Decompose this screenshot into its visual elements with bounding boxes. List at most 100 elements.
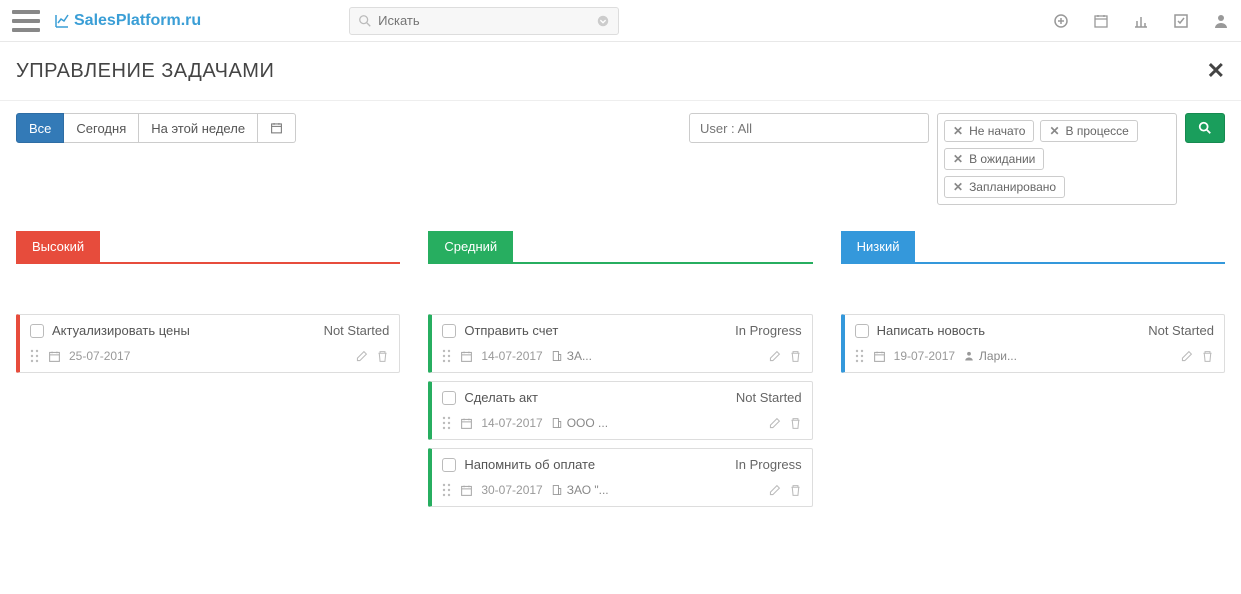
filter-date-button[interactable] xyxy=(258,113,296,143)
task-date: 14-07-2017 xyxy=(481,349,542,363)
calendar-icon xyxy=(873,350,886,363)
column-title: Средний xyxy=(428,231,513,262)
task-status: In Progress xyxy=(735,323,801,338)
column-red: Высокий Актуализировать цены Not Started 25… xyxy=(16,231,400,381)
task-title: Написать новость xyxy=(877,323,985,338)
task-title: Актуализировать цены xyxy=(52,323,190,338)
calendar-icon xyxy=(460,484,473,497)
task-card[interactable]: Напомнить об оплатеIn Progress30-07-2017… xyxy=(428,448,812,507)
delete-icon[interactable] xyxy=(789,350,802,363)
task-card[interactable]: Отправить счет In Progress 14-07-2017 ЗА... xyxy=(428,314,812,373)
column-blue: Низкий Написать новость Not Started 19-07-2… xyxy=(841,231,1225,381)
edit-icon[interactable] xyxy=(768,484,781,497)
calendar-icon xyxy=(48,350,61,363)
chip-label: Запланировано xyxy=(969,180,1056,194)
tasks-icon[interactable] xyxy=(1173,13,1189,29)
remove-chip-icon[interactable]: ✕ xyxy=(953,152,963,166)
column-title: Высокий xyxy=(16,231,100,262)
search-button[interactable] xyxy=(1185,113,1225,143)
remove-chip-icon[interactable]: ✕ xyxy=(1049,124,1059,138)
task-title: Сделать акт xyxy=(464,390,538,405)
building-icon xyxy=(551,417,563,429)
search-icon xyxy=(1198,121,1212,135)
edit-icon[interactable] xyxy=(768,350,781,363)
card-extra: ЗАО "... xyxy=(551,483,609,497)
global-search[interactable] xyxy=(349,7,619,35)
calendar-icon[interactable] xyxy=(1093,13,1109,29)
status-chip[interactable]: ✕ Не начато xyxy=(944,120,1034,142)
topnav-actions xyxy=(1053,13,1229,29)
column-header: Средний xyxy=(428,231,812,264)
hamburger-menu-icon[interactable] xyxy=(12,10,40,32)
edit-icon[interactable] xyxy=(1180,350,1193,363)
column-green: Средний Отправить счет In Progress 14-07-20… xyxy=(428,231,812,515)
card-extra-text: ЗАО "... xyxy=(567,483,609,497)
top-nav: SalesPlatform.ru xyxy=(0,0,1241,42)
card-extra-text: ООО ... xyxy=(567,416,608,430)
chip-label: В процессе xyxy=(1066,124,1129,138)
status-chip[interactable]: ✕ Запланировано xyxy=(944,176,1065,198)
brand-logo[interactable]: SalesPlatform.ru xyxy=(54,12,201,30)
edit-icon[interactable] xyxy=(355,350,368,363)
search-dropdown-icon[interactable] xyxy=(596,14,610,28)
task-status: Not Started xyxy=(736,390,802,405)
delete-icon[interactable] xyxy=(789,484,802,497)
drag-handle-icon[interactable] xyxy=(442,482,452,498)
filter-all-button[interactable]: Все xyxy=(16,113,64,143)
task-card[interactable]: Сделать акт Not Started 14-07-2017 ООО ... xyxy=(428,381,812,440)
remove-chip-icon[interactable]: ✕ xyxy=(953,180,963,194)
remove-chip-icon[interactable]: ✕ xyxy=(953,124,963,138)
task-card[interactable]: Актуализировать цены Not Started 25-07-201… xyxy=(16,314,400,373)
kanban-board: Высокий Актуализировать цены Not Started 25… xyxy=(0,217,1241,545)
building-icon xyxy=(551,350,563,362)
task-checkbox[interactable] xyxy=(442,458,456,472)
task-status: Not Started xyxy=(1148,323,1214,338)
task-date: 30-07-2017 xyxy=(481,483,542,497)
user-filter-input[interactable] xyxy=(689,113,929,143)
chip-label: Не начато xyxy=(969,124,1025,138)
task-checkbox[interactable] xyxy=(855,324,869,338)
status-chip[interactable]: ✕ В процессе xyxy=(1040,120,1137,142)
page-header: УПРАВЛЕНИЕ ЗАДАЧАМИ ✕ xyxy=(0,42,1241,101)
calendar-icon xyxy=(270,121,283,135)
drag-handle-icon[interactable] xyxy=(855,348,865,364)
drag-handle-icon[interactable] xyxy=(442,348,452,364)
filter-week-button[interactable]: На этой неделе xyxy=(139,113,258,143)
brand-text: SalesPlatform.ru xyxy=(74,12,201,30)
status-chip[interactable]: ✕ В ожидании xyxy=(944,148,1044,170)
task-date: 14-07-2017 xyxy=(481,416,542,430)
task-date: 25-07-2017 xyxy=(69,349,130,363)
search-input[interactable] xyxy=(378,13,596,28)
task-date: 19-07-2017 xyxy=(894,349,955,363)
card-extra: ООО ... xyxy=(551,416,608,430)
column-header: Высокий xyxy=(16,231,400,264)
task-checkbox[interactable] xyxy=(442,391,456,405)
filter-today-button[interactable]: Сегодня xyxy=(64,113,139,143)
delete-icon[interactable] xyxy=(1201,350,1214,363)
task-status: Not Started xyxy=(324,323,390,338)
calendar-icon xyxy=(460,350,473,363)
card-extra-text: Лари... xyxy=(979,349,1017,363)
close-icon[interactable]: ✕ xyxy=(1207,58,1225,84)
delete-icon[interactable] xyxy=(789,417,802,430)
drag-handle-icon[interactable] xyxy=(442,415,452,431)
status-filter-box[interactable]: ✕ Не начато ✕ В процессе ✕ В ожидании ✕ Заплани… xyxy=(937,113,1177,205)
edit-icon[interactable] xyxy=(768,417,781,430)
task-card[interactable]: Написать новость Not Started 19-07-2017 Лар… xyxy=(841,314,1225,373)
reports-icon[interactable] xyxy=(1133,13,1149,29)
task-checkbox[interactable] xyxy=(442,324,456,338)
person-icon xyxy=(963,350,975,362)
chip-label: В ожидании xyxy=(969,152,1035,166)
task-checkbox[interactable] xyxy=(30,324,44,338)
add-icon[interactable] xyxy=(1053,13,1069,29)
drag-handle-icon[interactable] xyxy=(30,348,40,364)
building-icon xyxy=(551,484,563,496)
card-extra-text: ЗА... xyxy=(567,349,592,363)
task-title: Отправить счет xyxy=(464,323,558,338)
column-title: Низкий xyxy=(841,231,916,262)
user-icon[interactable] xyxy=(1213,13,1229,29)
filter-toolbar: Все Сегодня На этой неделе ✕ Не начато ✕ В … xyxy=(0,101,1241,217)
brand-chart-icon xyxy=(54,13,70,29)
card-extra: ЗА... xyxy=(551,349,592,363)
delete-icon[interactable] xyxy=(376,350,389,363)
